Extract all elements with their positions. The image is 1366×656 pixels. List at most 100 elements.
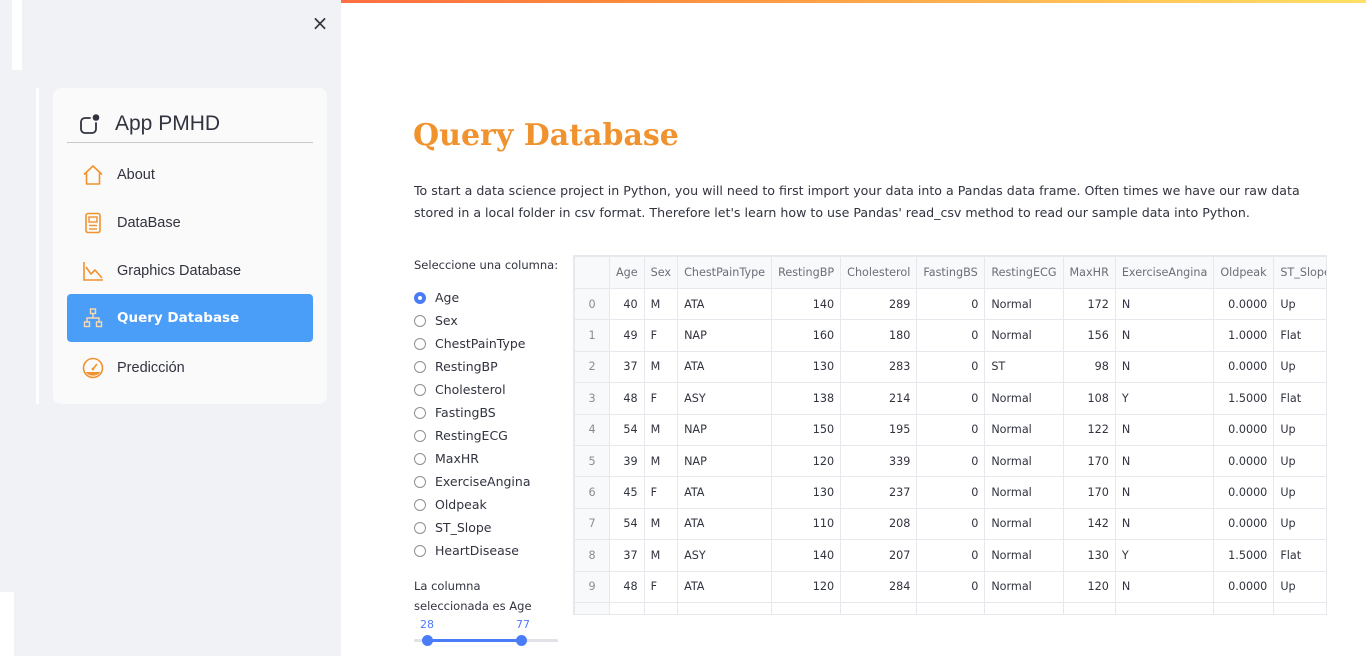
table-cell[interactable]: 289: [840, 287, 918, 321]
table-cell[interactable]: Normal: [984, 444, 1064, 478]
table-cell[interactable]: [609, 601, 645, 614]
table-cell[interactable]: ATA: [677, 287, 773, 321]
table-cell[interactable]: 195: [840, 413, 918, 446]
column-header[interactable]: ST_Slope: [1273, 256, 1326, 289]
table-cell[interactable]: Up: [1273, 350, 1326, 384]
row-index[interactable]: 1: [574, 319, 610, 352]
table-row[interactable]: 4 54 M NAP 150 195 0 Normal 122 N 0.0000 Up: [574, 413, 1326, 446]
table-cell[interactable]: ASY: [677, 382, 773, 415]
row-index[interactable]: 8: [574, 539, 610, 572]
table-cell[interactable]: 140: [771, 287, 842, 321]
table-cell[interactable]: F: [643, 476, 679, 509]
table-row[interactable]: 2 37 M ATA 130 283 0 ST 98 N 0.0000 Up: [574, 350, 1326, 384]
table-cell[interactable]: 0.0000: [1213, 413, 1275, 446]
table-cell[interactable]: F: [643, 382, 679, 415]
table-cell[interactable]: 48: [609, 382, 645, 415]
table-cell[interactable]: 0.0000: [1213, 570, 1275, 603]
column-header[interactable]: ExerciseAngina: [1114, 256, 1215, 289]
radio-option[interactable]: RestingBP: [414, 355, 554, 378]
table-cell[interactable]: 49: [609, 319, 645, 352]
table-cell[interactable]: 110: [771, 507, 842, 541]
table-cell[interactable]: [1062, 601, 1116, 614]
table-row[interactable]: 7 54 M ATA 110 208 0 Normal 142 N 0.0000 Up: [574, 507, 1326, 541]
table-cell[interactable]: [916, 601, 986, 614]
table-cell[interactable]: 0.0000: [1213, 287, 1275, 321]
table-cell[interactable]: [1273, 601, 1326, 614]
radio-button[interactable]: [414, 291, 426, 304]
table-cell[interactable]: NAP: [677, 319, 773, 352]
table-row[interactable]: 5 39 M NAP 120 339 0 Normal 170 N 0.0000 Up: [574, 444, 1326, 478]
table-cell[interactable]: 0: [916, 444, 986, 478]
table-cell[interactable]: Up: [1273, 476, 1326, 509]
table-cell[interactable]: 0: [916, 287, 986, 321]
table-row[interactable]: 0 40 M ATA 140 289 0 Normal 172 N 0.0000 Up: [574, 287, 1326, 321]
table-cell[interactable]: 0.0000: [1213, 350, 1275, 384]
table-cell[interactable]: 98: [1062, 350, 1116, 384]
table-cell[interactable]: N: [1114, 413, 1215, 446]
table-cell[interactable]: ATA: [677, 350, 773, 384]
table-cell[interactable]: M: [643, 444, 679, 478]
table-cell[interactable]: 0: [916, 350, 986, 384]
row-index[interactable]: [574, 601, 610, 614]
table-cell[interactable]: 0: [916, 476, 986, 509]
radio-button[interactable]: [414, 383, 426, 396]
radio-option[interactable]: Sex: [414, 309, 554, 332]
table-cell[interactable]: 0.0000: [1213, 444, 1275, 478]
table-cell[interactable]: 130: [1062, 539, 1116, 572]
table-cell[interactable]: 140: [771, 539, 842, 572]
table-cell[interactable]: M: [643, 287, 679, 321]
table-cell[interactable]: [984, 601, 1064, 614]
column-header[interactable]: ChestPainType: [677, 256, 773, 289]
table-cell[interactable]: Normal: [984, 382, 1064, 415]
table-cell[interactable]: 122: [1062, 413, 1116, 446]
column-header[interactable]: MaxHR: [1062, 256, 1116, 289]
table-cell[interactable]: Up: [1273, 570, 1326, 603]
table-cell[interactable]: Normal: [984, 570, 1064, 603]
table-cell[interactable]: M: [643, 350, 679, 384]
table-cell[interactable]: N: [1114, 507, 1215, 541]
table-cell[interactable]: N: [1114, 287, 1215, 321]
table-cell[interactable]: Flat: [1273, 539, 1326, 572]
range-slider[interactable]: 28 77: [414, 616, 558, 650]
table-cell[interactable]: N: [1114, 476, 1215, 509]
table-cell[interactable]: 130: [771, 476, 842, 509]
table-cell[interactable]: 0: [916, 539, 986, 572]
table-cell[interactable]: 207: [840, 539, 918, 572]
table-cell[interactable]: 39: [609, 444, 645, 478]
table-row[interactable]: 1 49 F NAP 160 180 0 Normal 156 N 1.0000 Flat: [574, 319, 1326, 352]
row-index[interactable]: 9: [574, 570, 610, 603]
table-cell[interactable]: Y: [1114, 382, 1215, 415]
column-header[interactable]: Sex: [643, 256, 679, 289]
radio-option[interactable]: ChestPainType: [414, 332, 554, 355]
slider-thumb-high[interactable]: [516, 635, 527, 646]
table-cell[interactable]: 120: [771, 444, 842, 478]
table-cell[interactable]: 180: [840, 319, 918, 352]
table-cell[interactable]: 237: [840, 476, 918, 509]
table-cell[interactable]: [840, 601, 918, 614]
table-cell[interactable]: 108: [1062, 382, 1116, 415]
row-index[interactable]: 5: [574, 444, 610, 478]
table-cell[interactable]: F: [643, 319, 679, 352]
table-cell[interactable]: ST: [984, 350, 1064, 384]
radio-option[interactable]: RestingECG: [414, 424, 554, 447]
table-cell[interactable]: Flat: [1273, 319, 1326, 352]
table-cell[interactable]: 1.0000: [1213, 319, 1275, 352]
table-cell[interactable]: NAP: [677, 444, 773, 478]
table-cell[interactable]: Normal: [984, 539, 1064, 572]
column-header[interactable]: Cholesterol: [840, 256, 918, 289]
table-cell[interactable]: ATA: [677, 507, 773, 541]
table-row[interactable]: 9 48 F ATA 120 284 0 Normal 120 N 0.0000 Up: [574, 570, 1326, 603]
table-cell[interactable]: Normal: [984, 413, 1064, 446]
table-cell[interactable]: 0: [916, 570, 986, 603]
table-cell[interactable]: [677, 601, 773, 614]
table-cell[interactable]: N: [1114, 350, 1215, 384]
table-cell[interactable]: NAP: [677, 413, 773, 446]
radio-option[interactable]: FastingBS: [414, 401, 554, 424]
table-row[interactable]: 8 37 M ASY 140 207 0 Normal 130 Y 1.5000 Flat: [574, 539, 1326, 572]
menu-item-database[interactable]: DataBase: [67, 199, 313, 247]
menu-item-query-database[interactable]: Query Database: [67, 294, 313, 342]
slider-thumb-low[interactable]: [422, 635, 433, 646]
table-cell[interactable]: 172: [1062, 287, 1116, 321]
table-row[interactable]: 6 45 F ATA 130 237 0 Normal 170 N 0.0000 Up: [574, 476, 1326, 509]
table-cell[interactable]: 0.0000: [1213, 507, 1275, 541]
